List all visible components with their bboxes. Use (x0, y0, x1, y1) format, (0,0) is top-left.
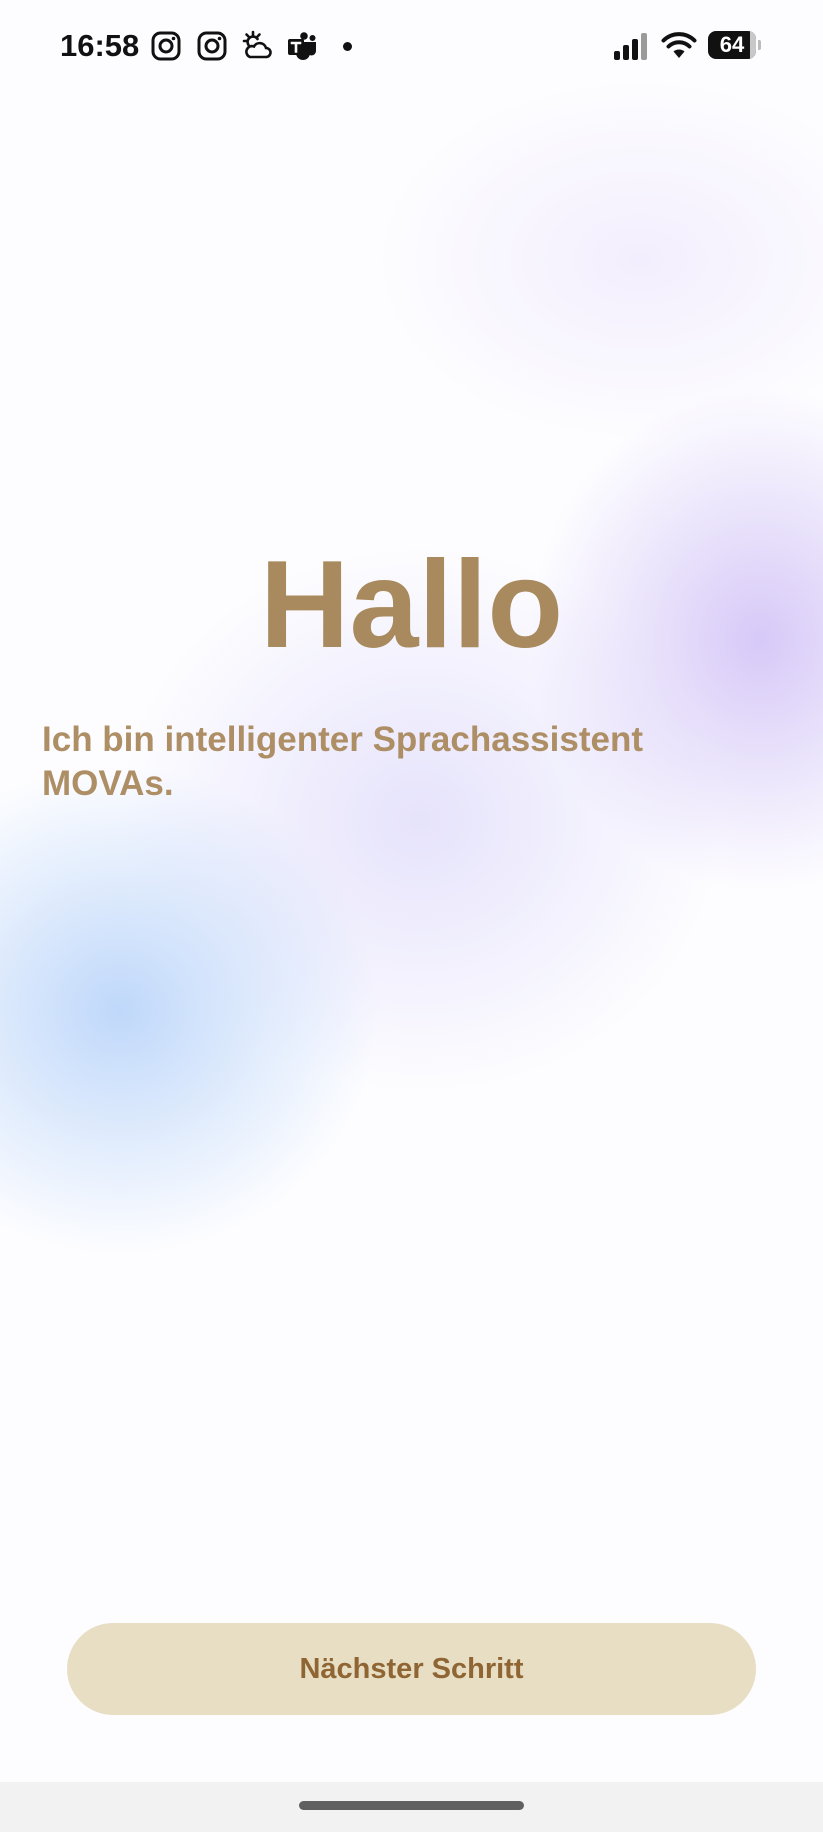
page-title: Hallo (259, 536, 564, 674)
notification-dot (343, 42, 352, 51)
instagram-icon (196, 30, 228, 62)
intro-text: Ich bin intelligenter Sprachassistent MO… (42, 720, 643, 803)
teams-icon (286, 30, 318, 62)
instagram-icon (150, 30, 182, 62)
screen-background: 16:58 64 Hallo Ich bin intelligenter Spr… (0, 0, 823, 1832)
status-bar: 16:58 64 (0, 0, 823, 96)
wifi-icon (660, 30, 698, 60)
battery-indicator: 64 (708, 31, 761, 59)
home-indicator[interactable] (299, 1801, 524, 1810)
signal-icon (613, 31, 651, 61)
battery-level: 64 (719, 32, 745, 57)
weather-icon (241, 30, 273, 62)
battery-tip (758, 40, 761, 50)
next-step-button[interactable]: Nächster Schritt (67, 1623, 756, 1715)
status-time: 16:58 (60, 28, 140, 63)
